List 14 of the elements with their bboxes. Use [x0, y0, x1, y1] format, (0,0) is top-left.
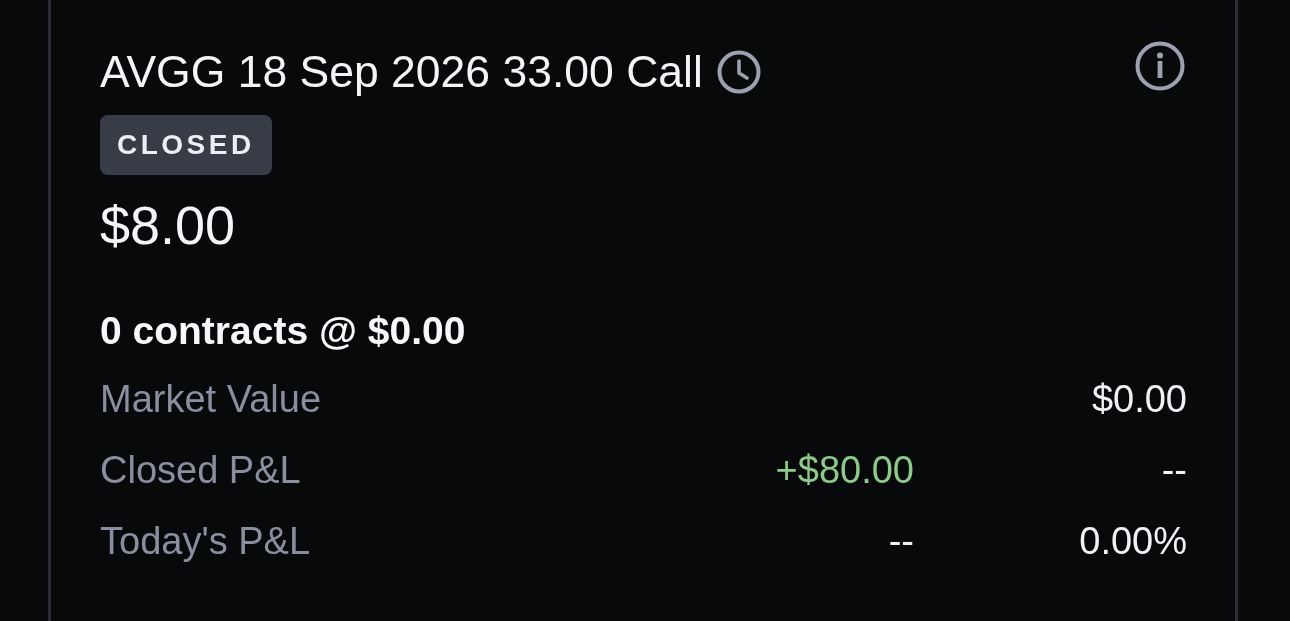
row-value: $0.00 — [1091, 378, 1187, 420]
option-title: AVGG 18 Sep 2026 33.00 Call — [100, 46, 703, 98]
pnl-value: +$80.00 — [775, 449, 914, 491]
row-label: Closed P&L — [100, 448, 302, 493]
row-value: -- — [1161, 449, 1187, 491]
pnl-value: -- — [888, 520, 914, 562]
option-price: $8.00 — [100, 195, 237, 255]
contracts-summary: 0 contracts @ $0.00 — [100, 308, 467, 354]
status-badge: CLOSED — [100, 115, 272, 175]
row-value: 0.00% — [1079, 520, 1187, 562]
row-label: Today's P&L — [100, 519, 312, 564]
row-label: Market Value — [100, 377, 323, 422]
clock-icon — [716, 50, 761, 94]
info-icon[interactable] — [1135, 41, 1185, 91]
